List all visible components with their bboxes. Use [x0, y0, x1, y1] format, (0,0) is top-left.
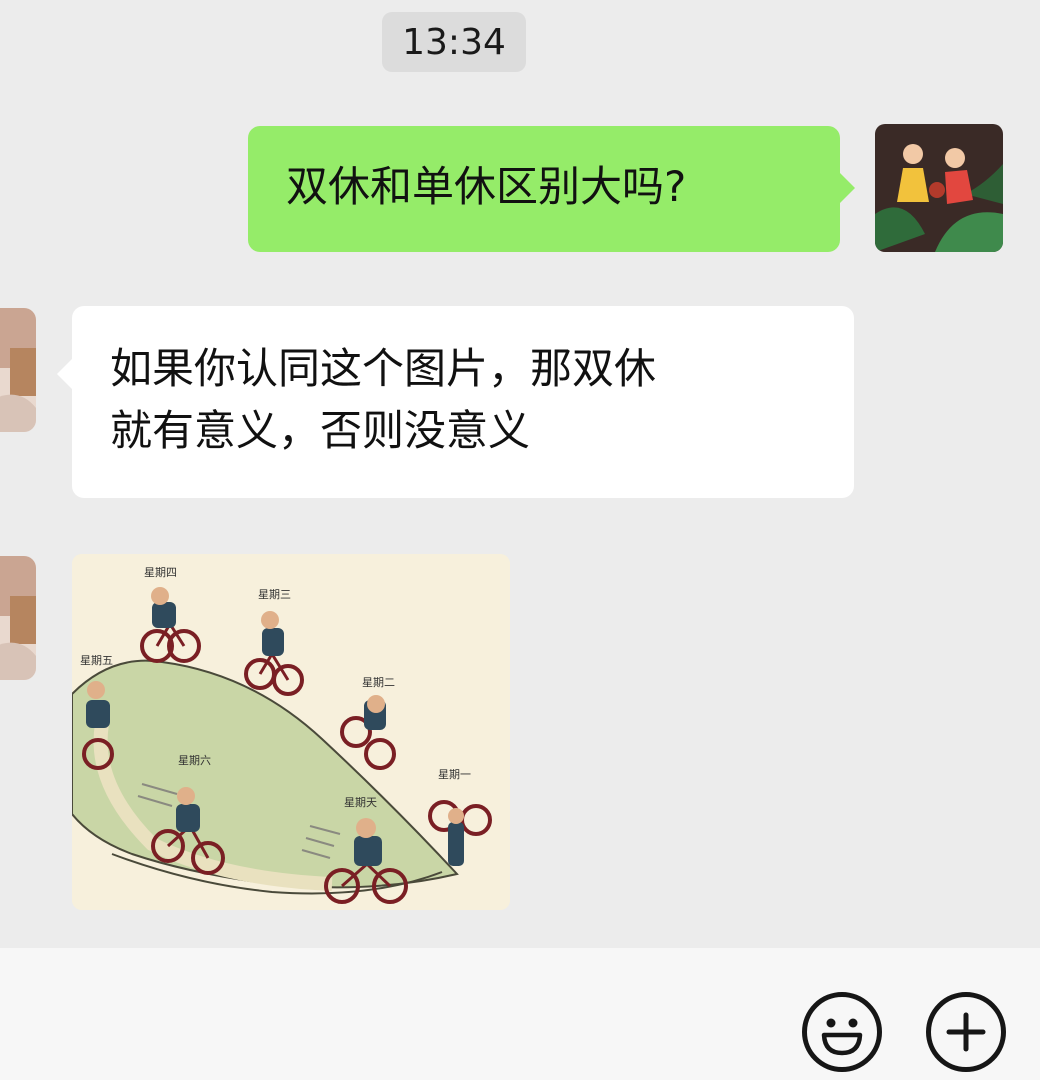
label-thu: 星期四 — [144, 566, 177, 579]
emoji-icon — [821, 1018, 863, 1056]
sent-message-bubble[interactable]: 双休和单休区别大吗? — [248, 126, 855, 252]
plus-icon — [946, 1012, 986, 1052]
timestamp-badge: 13:34 — [382, 12, 526, 72]
my-avatar[interactable] — [875, 124, 1003, 252]
received-message-line-1: 如果你认同这个图片，那双休 — [110, 344, 657, 393]
received-message-line-2: 就有意义，否则没意义 — [110, 406, 531, 455]
peer-avatar-illustration — [0, 308, 36, 432]
label-sat: 星期六 — [178, 754, 211, 767]
label-mon: 星期一 — [438, 768, 471, 781]
peer-avatar-illustration — [0, 556, 36, 680]
sent-message-text: 双休和单休区别大吗? — [286, 162, 687, 211]
peer-avatar[interactable] — [0, 308, 36, 432]
chat-area: 13:34 双休和单休区别大吗? 如果你认同这个图片，那双休 就有意义，否则没意… — [0, 0, 1040, 948]
received-message-bubble[interactable]: 如果你认同这个图片，那双休 就有意义，否则没意义 — [57, 306, 854, 498]
image-message[interactable]: 星期四 星期三 星期五 星期二 星期六 星期天 星期一 — [72, 554, 510, 910]
label-wed: 星期三 — [258, 588, 291, 601]
peer-avatar[interactable] — [0, 556, 36, 680]
input-bar[interactable] — [0, 948, 1040, 1080]
more-button[interactable] — [926, 992, 1006, 1072]
label-fri: 星期五 — [80, 654, 113, 667]
timestamp-text: 13:34 — [402, 21, 506, 63]
label-tue: 星期二 — [362, 676, 395, 689]
weekday-hill-illustration: 星期四 星期三 星期五 星期二 星期六 星期天 星期一 — [72, 554, 510, 910]
label-sun: 星期天 — [344, 796, 377, 809]
avatar-illustration — [875, 124, 1003, 252]
emoji-button[interactable] — [802, 992, 882, 1072]
